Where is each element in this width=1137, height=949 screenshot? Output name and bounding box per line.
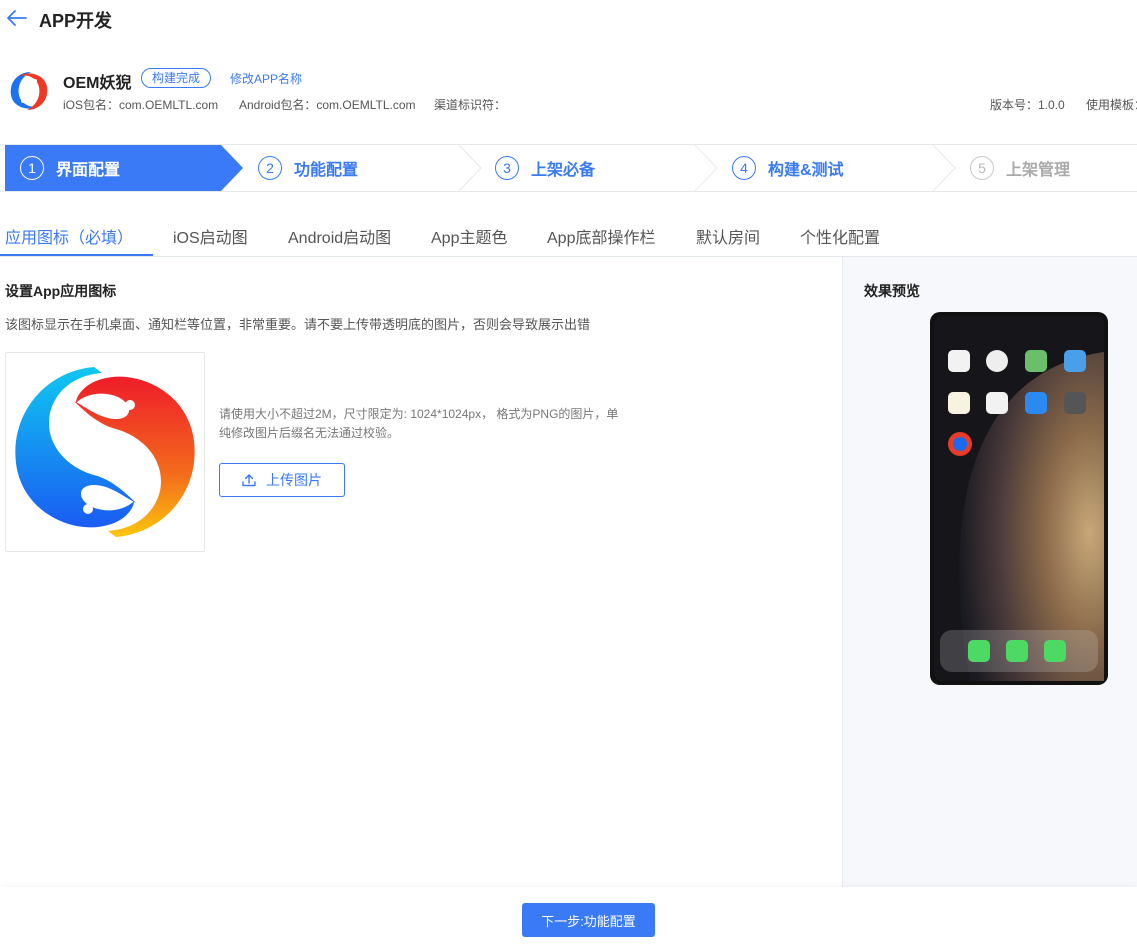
step-navigation: 1 界面配置 2 功能配置 3 上架必备 4 构建&测试 5 上架管理 [0,144,1137,192]
step-3[interactable]: 3 上架必备 [495,145,595,191]
back-arrow-icon[interactable] [6,8,28,28]
step-label: 功能配置 [294,162,359,179]
upload-image-button[interactable]: 上传图片 [219,463,345,497]
step-label: 上架必备 [531,162,596,179]
ios-package: iOS包名：com.OEMLTL.com [63,98,219,112]
preview-panel: 效果预览 [842,257,1137,887]
android-package: Android包名：com.OEMLTL.com [239,98,416,112]
preview-title: 效果预览 [864,283,920,299]
app-info: OEM妖猊 构建完成 修改APP名称 iOS包名：com.OEMLTL.com … [0,60,1137,120]
app-logo [6,68,52,114]
step-number: 4 [732,156,756,180]
tab-personalization[interactable]: 个性化配置 [800,224,880,248]
tab-android-launch[interactable]: Android启动图 [288,224,391,248]
channel-identifier: 渠道标识符： [434,98,507,112]
top-bar: APP开发 [0,0,1137,40]
step-label: 构建&测试 [768,162,844,179]
page-title: APP开发 [39,11,113,31]
step-label: 上架管理 [1006,162,1071,179]
footer-bar: 下一步:功能配置 [0,887,1137,949]
step-number: 1 [20,156,44,180]
step-5[interactable]: 5 上架管理 [970,145,1070,191]
upload-icon [242,474,256,487]
section-description: 该图标显示在手机桌面、通知栏等位置，非常重要。请不要上传带透明底的图片，否则会导… [5,317,591,332]
section-title: 设置App应用图标 [5,283,117,299]
step-1[interactable]: 1 界面配置 [20,145,120,191]
upload-hint: 请使用大小不超过2M，尺寸限定为: 1024*1024px， 格式为PNG的图片… [219,407,619,440]
step-label: 界面配置 [56,162,121,179]
step-4[interactable]: 4 构建&测试 [732,145,844,191]
phone-screen-mockup [934,316,1104,681]
next-step-button[interactable]: 下一步:功能配置 [522,903,655,937]
rename-app-link[interactable]: 修改APP名称 [230,70,302,87]
tab-ios-launch[interactable]: iOS启动图 [173,224,248,248]
app-icon-image [15,367,195,537]
status-badge: 构建完成 [141,68,212,88]
version-number: 版本号：1.0.0 [990,98,1065,112]
tab-default-room[interactable]: 默认房间 [696,224,760,248]
tab-app-icon[interactable]: 应用图标（必填） [5,224,133,248]
app-icon-preview [5,352,205,552]
config-tabs: 应用图标（必填） iOS启动图 Android启动图 App主题色 App底部操… [0,212,1137,257]
step-2[interactable]: 2 功能配置 [258,145,358,191]
phone-preview [930,312,1108,685]
step-number: 3 [495,156,519,180]
template-label: 使用模板： [1086,98,1137,112]
tab-theme-color[interactable]: App主题色 [431,224,507,248]
tab-bottom-bar[interactable]: App底部操作栏 [547,224,655,248]
icon-settings-panel: 设置App应用图标 该图标显示在手机桌面、通知栏等位置，非常重要。请不要上传带透… [0,257,842,887]
app-name: OEM妖猊 [63,75,132,92]
active-tab-indicator [0,254,153,256]
step-number: 2 [258,156,282,180]
step-number: 5 [970,156,994,180]
upload-button-label: 上传图片 [266,472,322,488]
